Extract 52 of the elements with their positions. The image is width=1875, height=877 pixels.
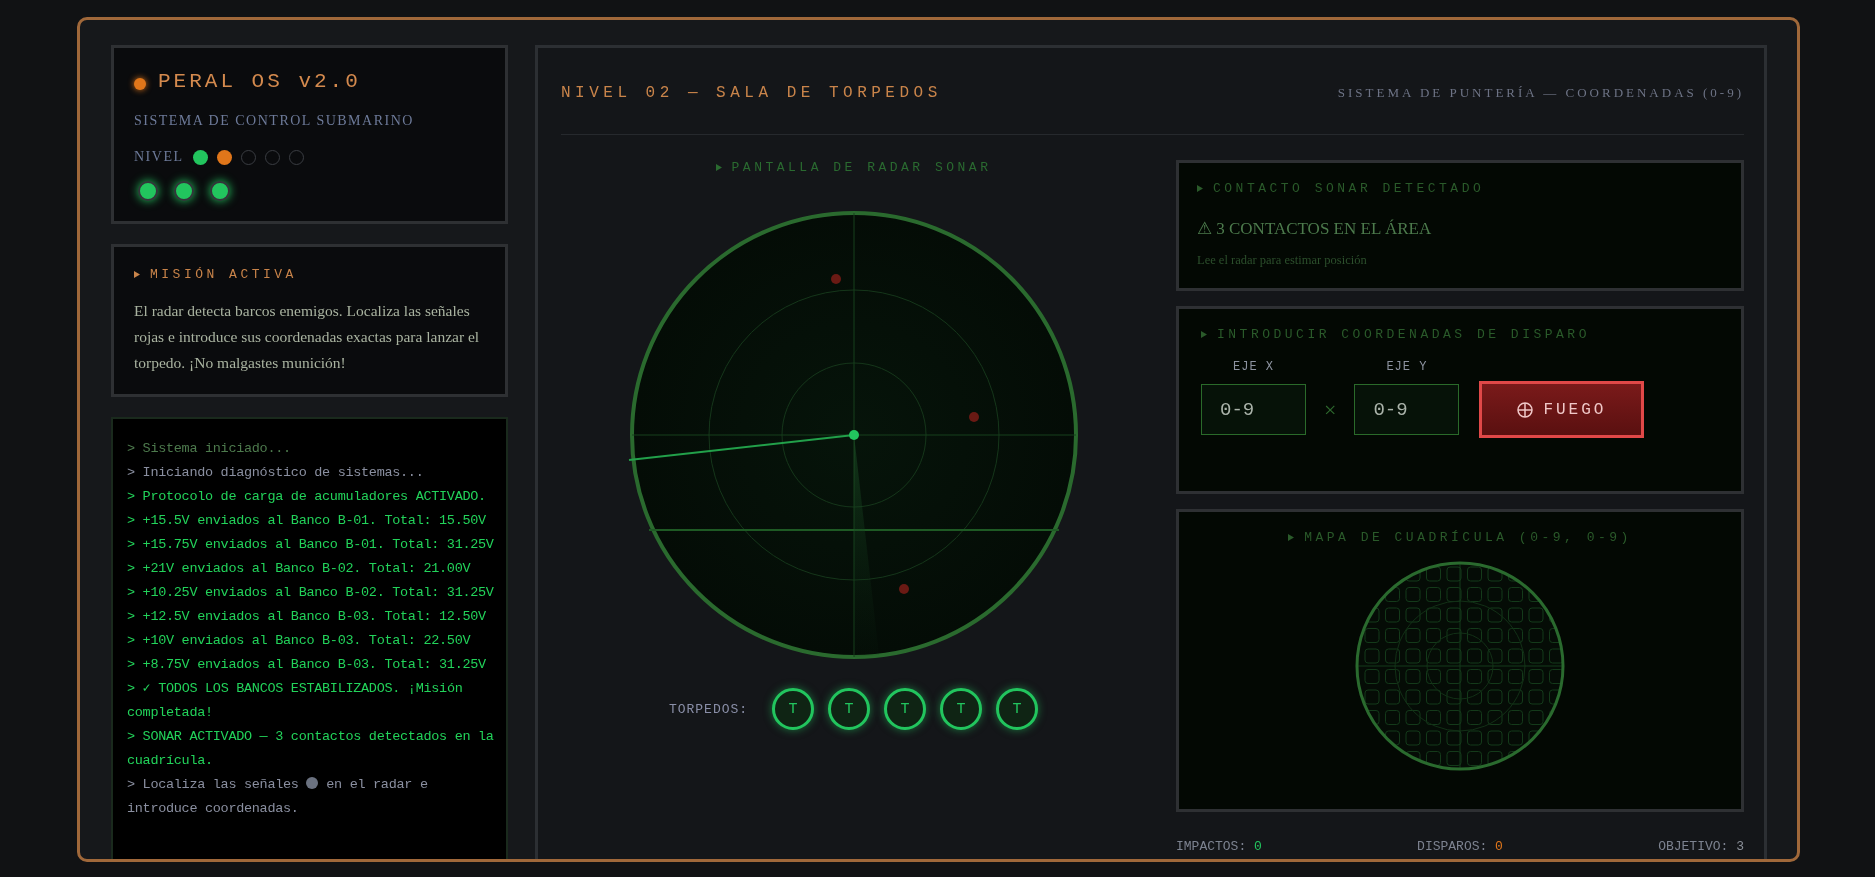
app-title: PERAL OS v2.0 — [158, 70, 361, 93]
log-line: > +10.25V enviados al Banco B-02. Total: 31.25V — [127, 584, 494, 602]
log-line: > SONAR ACTIVADO — 3 contactos detectados en la cuadrícula. — [127, 728, 494, 770]
page-title: NIVEL 02 — SALA DE TORPEDOS — [561, 84, 942, 102]
section-title: PANTALLA DE RADAR SONAR — [731, 160, 992, 175]
section-title: INTRODUCIR COORDENADAS DE DISPARO — [1217, 327, 1590, 342]
section-title: CONTACTO SONAR DETECTADO — [1213, 181, 1485, 196]
log-line: > +12.5V enviados al Banco B-03. Total: 12.50V — [127, 608, 487, 626]
log-line: > +15.5V enviados al Banco B-01. Total: 15.50V — [127, 512, 487, 530]
level-label: NIVEL — [134, 149, 184, 165]
crosshair-icon — [1517, 401, 1534, 418]
fire-button[interactable]: FUEGO — [1479, 381, 1645, 438]
section-title: MISIÓN ACTIVA — [150, 267, 297, 282]
stat-value: 3 — [1736, 839, 1744, 854]
stat-text: IMPACTOS: 0 — [1176, 839, 1262, 854]
triangle-icon — [1201, 331, 1207, 338]
log-line: > Iniciando diagnóstico de sistemas... — [127, 464, 425, 482]
section-title: MAPA DE CUADRÍCULA (0-9, 0-9) — [1304, 530, 1632, 545]
stat-text: OBJETIVO: 3 — [1658, 839, 1744, 854]
torpedo-indicator: T — [940, 688, 983, 730]
log-line: > +21V enviados al Banco B-02. Total: 21.00V — [127, 560, 472, 578]
status-dot — [134, 77, 146, 90]
log-line: > +8.75V enviados al Banco B-03. Total: 31.25V — [127, 656, 487, 674]
x-coordinate-input[interactable]: 0-9 — [1201, 384, 1306, 435]
triangle-icon — [1288, 534, 1295, 541]
log-line: > Sistema iniciado... — [127, 440, 292, 458]
torpedo-indicator: T — [996, 688, 1039, 730]
torpedo-indicator: T — [884, 688, 927, 730]
contact-count-text: ⚠ 3 CONTACTOS EN EL ÁREA — [1197, 218, 1433, 239]
log-line: > Localiza las señales en el radar e introduce coordenadas. — [127, 776, 429, 818]
log-line: > +15.75V enviados al Banco B-01. Total: 31.25V — [127, 536, 494, 554]
signal-dot-icon — [306, 777, 319, 789]
mission-text: El radar detecta barcos enemigos. Localiza las señales rojas e introduce sus coordenadas exactas para lanzar el torpedo. ¡No malgastes munición! — [134, 301, 481, 373]
y-coordinate-input[interactable]: 0-9 — [1354, 384, 1460, 435]
log-line: > +10V enviados al Banco B-03. Total: 22.50V — [127, 632, 472, 650]
stat-value: 0 — [1495, 839, 1503, 854]
torpedo-indicator: T — [828, 688, 871, 730]
triangle-icon — [134, 271, 140, 278]
triangle-icon — [715, 164, 722, 171]
triangle-icon — [1197, 185, 1203, 192]
contact-hint: Lee el radar para estimar posición — [1197, 253, 1368, 268]
stat-value: 0 — [1254, 839, 1262, 854]
page-subtitle: SISTEMA DE PUNTERÍA — COORDENADAS (0-9) — [1337, 85, 1744, 101]
field-label: EJE Y — [1386, 360, 1428, 374]
app-subtitle: SISTEMA DE CONTROL SUBMARINO — [134, 113, 415, 129]
log-line: > Protocolo de carga de acumuladores ACTIVADO. — [127, 488, 487, 506]
torpedo-indicator: T — [772, 688, 815, 730]
stat-text: DISPAROS: 0 — [1417, 839, 1503, 854]
log-line: > ✓ TODOS LOS BANCOS ESTABILIZADOS. ¡Misión completada! — [127, 680, 464, 722]
torpedo-label: TORPEDOS: — [668, 701, 749, 717]
field-label: EJE X — [1233, 360, 1274, 374]
times-sign: × — [1324, 397, 1337, 424]
